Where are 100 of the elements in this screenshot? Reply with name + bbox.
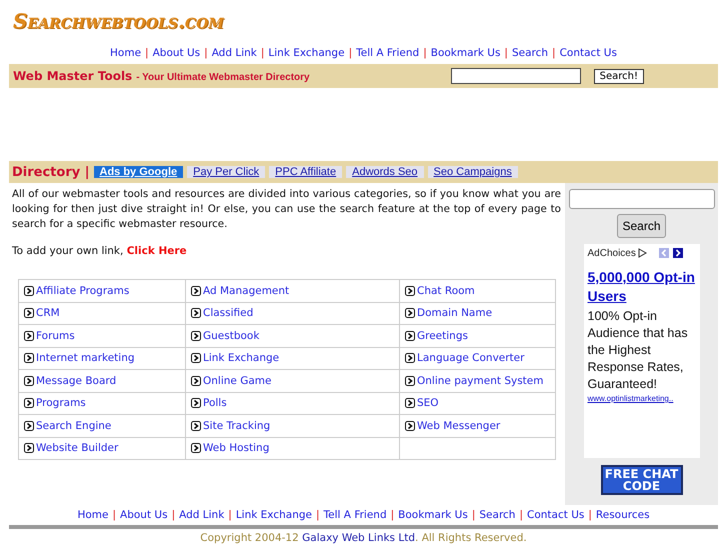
- category-link[interactable]: Polls: [203, 397, 227, 410]
- adchoices-label[interactable]: AdChoices: [588, 248, 636, 258]
- play-icon: [638, 248, 647, 258]
- category-link[interactable]: Web Messenger: [417, 420, 500, 432]
- separator: |: [423, 47, 427, 59]
- arrow-icon: [191, 330, 201, 341]
- separator: |: [588, 509, 592, 521]
- ad-url[interactable]: www.optinlistmarketing..: [588, 394, 696, 403]
- search-button[interactable]: Search: [617, 214, 666, 238]
- ad-text: 100% Opt-in Audience that has the Highest Response Rates, Guaranteed!: [588, 308, 689, 393]
- separator: |: [228, 509, 232, 521]
- separator: |: [260, 47, 264, 59]
- separator: |: [172, 509, 176, 521]
- search-field[interactable]: [568, 189, 714, 209]
- separator: |: [552, 47, 556, 59]
- arrow-icon: [405, 420, 415, 431]
- nav-link[interactable]: Add Link: [212, 47, 257, 59]
- category-link[interactable]: Programs: [36, 397, 86, 410]
- arrow-icon: [24, 398, 34, 408]
- nav-link[interactable]: Tell A Friend: [324, 509, 387, 521]
- arrow-icon: [191, 286, 201, 296]
- category-link[interactable]: Affiliate Programs: [36, 284, 130, 297]
- category-link[interactable]: Website Builder: [36, 442, 118, 454]
- category-link[interactable]: Online Game: [203, 374, 272, 387]
- ad-link[interactable]: PPC Affiliate: [269, 166, 342, 178]
- arrow-icon: [191, 398, 201, 408]
- arrow-icon: [191, 308, 201, 318]
- category-link[interactable]: Domain Name: [417, 307, 492, 320]
- nav-link[interactable]: Contact Us: [560, 47, 617, 59]
- category-link[interactable]: Classified: [203, 307, 254, 320]
- category-link[interactable]: Guestbook: [203, 330, 260, 342]
- add-link-text: To add your own link, Click Here: [12, 245, 188, 257]
- nav-link[interactable]: Link Exchange: [268, 47, 345, 59]
- category-link[interactable]: Search Engine: [36, 420, 112, 432]
- separator: |: [390, 509, 394, 521]
- arrow-icon: [24, 286, 34, 296]
- separator: |: [472, 509, 476, 521]
- nav-link[interactable]: Bookmark Us: [398, 509, 468, 521]
- category-link[interactable]: Internet marketing: [36, 352, 135, 364]
- arrow-icon: [24, 330, 34, 341]
- arrow-icon: [405, 286, 415, 296]
- arrow-icon: [191, 376, 201, 386]
- arrow-icon: [191, 420, 201, 431]
- click-here-link[interactable]: Click Here: [126, 245, 187, 257]
- nav-link[interactable]: About Us: [152, 47, 200, 59]
- nav-link[interactable]: Home: [77, 509, 108, 521]
- category-link[interactable]: Online payment System: [417, 374, 544, 387]
- separator: |: [519, 509, 524, 521]
- arrow-icon: [24, 443, 34, 454]
- arrow-icon: [405, 398, 415, 408]
- search-button[interactable]: Search!: [594, 68, 644, 84]
- nav-link[interactable]: Resources: [596, 509, 650, 521]
- arrow-icon: [405, 308, 415, 318]
- category-link[interactable]: Greetings: [417, 330, 468, 342]
- nav-link[interactable]: Bookmark Us: [430, 47, 500, 59]
- intro-text: All of our webmaster tools and resources are divided into various categories, so if you know what you are looking for then just dive straight in! Or else, you can use the search feature at the top of every page to search for a specific webmaster resource.: [12, 187, 561, 232]
- category-link[interactable]: Chat Room: [417, 284, 475, 297]
- ad-link[interactable]: Seo Campaigns: [428, 166, 518, 178]
- separator: |: [504, 47, 508, 59]
- arrow-icon: [191, 443, 201, 454]
- arrow-icon: [24, 308, 34, 318]
- directory-label: Directory |: [12, 164, 90, 180]
- category-link[interactable]: Link Exchange: [203, 352, 280, 364]
- ad-headline[interactable]: 5,000,000 Opt-in Users: [588, 268, 696, 306]
- nav-link[interactable]: About Us: [120, 509, 168, 521]
- separator: |: [112, 509, 116, 521]
- category-link[interactable]: CRM: [36, 307, 60, 320]
- separator: |: [145, 47, 149, 59]
- category-link[interactable]: Forums: [36, 330, 75, 342]
- nav-link[interactable]: Tell A Friend: [356, 47, 420, 59]
- category-link[interactable]: Web Hosting: [203, 442, 270, 454]
- ad-link[interactable]: Pay Per Click: [187, 166, 266, 178]
- category-link[interactable]: Ad Management: [203, 284, 290, 297]
- category-link[interactable]: Site Tracking: [203, 420, 270, 432]
- separator: |: [316, 509, 320, 521]
- site-title: Web Master Tools: [13, 69, 132, 83]
- site-tagline: - Your Ultimate Webmaster Directory: [136, 72, 310, 83]
- category-link[interactable]: Language Converter: [417, 352, 524, 364]
- arrow-icon: [405, 353, 415, 364]
- nav-link[interactable]: Search: [479, 509, 516, 521]
- copyright-text: Copyright 2004-12 Galaxy Web Links Ltd. All Rights Reserved.: [199, 532, 528, 545]
- arrow-icon: [24, 353, 34, 364]
- category-link[interactable]: Message Board: [36, 374, 116, 387]
- category-link[interactable]: SEO: [417, 397, 439, 410]
- company-link[interactable]: Galaxy Web Links Ltd: [302, 532, 416, 544]
- arrow-icon: [405, 330, 415, 341]
- ad-link[interactable]: Ads by Google: [94, 166, 184, 178]
- separator: |: [348, 47, 352, 59]
- chat-banner[interactable]: FREE CHAT CODE: [600, 465, 682, 495]
- ad-link[interactable]: Adwords Seo: [346, 166, 424, 178]
- nav-link[interactable]: Link Exchange: [236, 509, 312, 521]
- arrow-icon: [24, 376, 34, 386]
- nav-link[interactable]: Add Link: [179, 509, 224, 521]
- search-field[interactable]: [450, 68, 581, 84]
- nav-link[interactable]: Search: [512, 47, 548, 59]
- arrow-icon: [24, 420, 34, 431]
- arrow-icon: [405, 376, 415, 386]
- nav-link[interactable]: Contact Us: [527, 509, 584, 521]
- next-icon[interactable]: [672, 248, 683, 258]
- nav-link[interactable]: Home: [110, 47, 142, 59]
